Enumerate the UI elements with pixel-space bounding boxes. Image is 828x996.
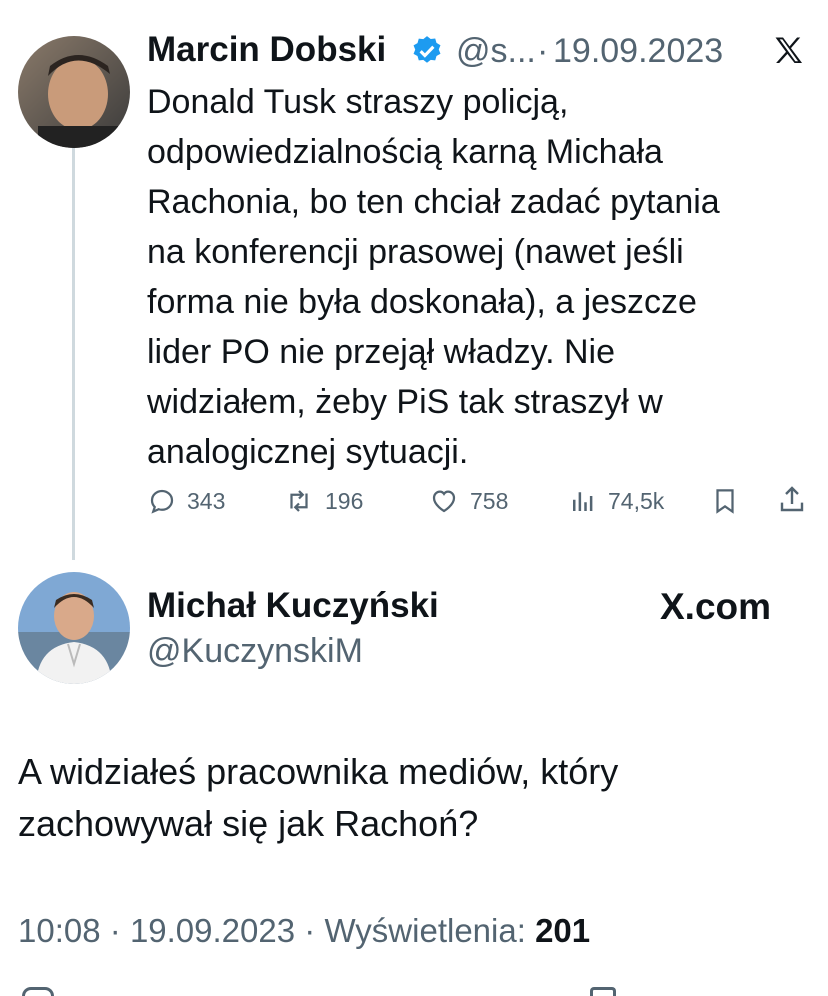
footer-separator: ·	[109, 912, 130, 949]
repost-icon	[290, 490, 308, 512]
reply-author-name[interactable]: Michał Kuczyński	[147, 586, 439, 626]
tweet-text-line: lider PO nie przejął władzy. Nie	[147, 333, 615, 371]
tweet-text-line: widziałem, żeby PiS tak straszył w	[147, 383, 663, 421]
avatar-marcin-dobski[interactable]	[18, 36, 130, 148]
reply-count: 343	[187, 487, 226, 514]
author-name[interactable]: Marcin Dobski	[147, 30, 386, 70]
heart-icon	[432, 490, 456, 513]
verified-badge-icon	[410, 34, 444, 68]
reply-text: A widziałeś pracownika mediów, który zac…	[18, 746, 808, 850]
tweet-text-line: forma nie była doskonała), a jeszcze	[147, 283, 697, 321]
views-label: Wyświetlenia:	[324, 912, 526, 949]
x-logo-icon[interactable]	[772, 34, 806, 68]
reply-text-line: A widziałeś pracownika mediów, który	[18, 751, 619, 792]
views-count-total: 201	[535, 912, 591, 949]
author-handle[interactable]: @s...	[456, 32, 536, 71]
reply-button[interactable]: 343	[147, 486, 225, 516]
tweet-text: Donald Tusk straszy policją, odpowiedzia…	[147, 77, 817, 477]
meta-separator: ·	[537, 32, 549, 70]
avatar-michal-kuczynski[interactable]	[18, 572, 130, 684]
like-count: 758	[470, 487, 509, 514]
x-com-label: X.com	[660, 586, 772, 627]
post-time[interactable]: 10:08	[18, 912, 101, 949]
tweet-text-line: Rachonia, bo ten chciał zadać pytania	[147, 183, 720, 221]
tweet-text-line: odpowiedzialnością karną Michała	[147, 133, 663, 171]
thread-line	[72, 148, 75, 560]
analytics-icon	[573, 492, 593, 511]
views-count: 74,5k	[608, 487, 665, 514]
post-date[interactable]: 19.09.2023	[130, 912, 295, 949]
reply-icon	[150, 489, 174, 514]
tweet-text-line: na konferencji prasowej (nawet jeśli	[147, 233, 684, 271]
tweet-text-line: analogicznej sytuacji.	[147, 433, 469, 471]
tweet-text-line: Donald Tusk straszy policją,	[147, 83, 569, 121]
share-icon[interactable]	[776, 484, 808, 516]
tweet-footer: 10:08 · 19.09.2023 · Wyświetlenia: 201	[18, 912, 590, 950]
repost-button[interactable]: 196	[283, 486, 363, 516]
footer-separator: ·	[304, 912, 325, 949]
like-button[interactable]: 758	[428, 486, 508, 516]
reply-author-handle[interactable]: @KuczynskiM	[147, 632, 363, 671]
repost-count: 196	[325, 487, 364, 514]
reply-text-line: zachowywał się jak Rachoń?	[18, 803, 479, 844]
bottom-action-bar-partial	[0, 985, 828, 996]
bookmark-icon[interactable]	[710, 486, 740, 516]
tweet-date[interactable]: 19.09.2023	[553, 32, 723, 71]
views-button[interactable]: 74,5k	[568, 486, 664, 516]
